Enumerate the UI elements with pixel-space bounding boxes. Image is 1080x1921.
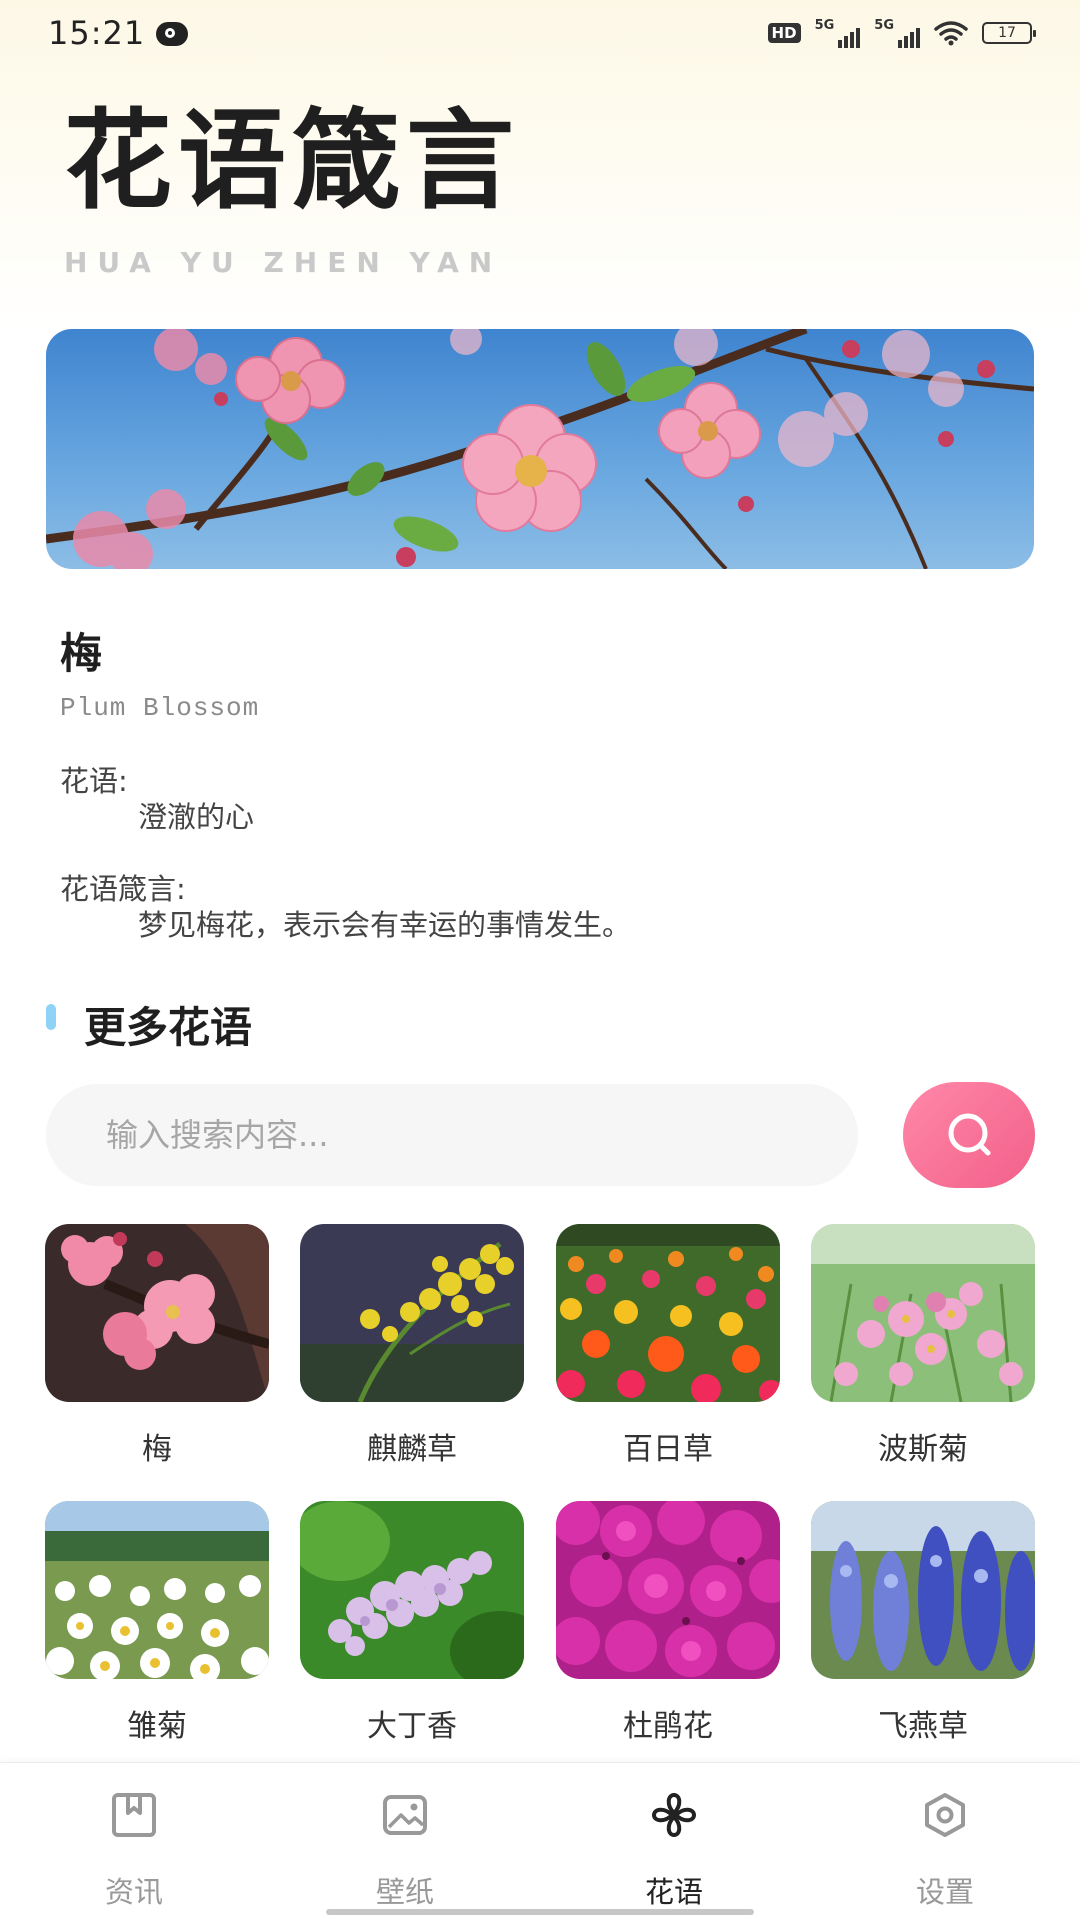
hd-voice-icon: HD (767, 23, 801, 43)
flower-thumbnail (811, 1501, 1035, 1679)
search-icon (948, 1113, 991, 1156)
flower-language-label: 花语: (60, 764, 128, 798)
home-indicator[interactable] (326, 1909, 754, 1915)
nav-tab-label: 壁纸 (375, 1875, 434, 1909)
status-time: 15:21 (48, 14, 146, 52)
nav-tab-label: 设置 (915, 1875, 974, 1909)
nav-tab-label: 花语 (644, 1875, 703, 1909)
flower-thumbnail (300, 1501, 524, 1679)
featured-flower-english-name: Plum Blossom (60, 693, 260, 723)
flower-thumbnail (45, 1501, 269, 1679)
section-title: 更多花语 (84, 1003, 253, 1052)
status-bar: 15:21 HD 5G 5G 17 (0, 0, 1080, 68)
flower-thumbnail (300, 1224, 524, 1402)
grid-item-label: 麒麟草 (367, 1432, 457, 1467)
flower-thumbnail (556, 1501, 780, 1679)
nav-tab-news[interactable]: 资讯 (34, 1763, 234, 1921)
plum-blossom-illustration (46, 329, 1034, 569)
flower-saying-value: 梦见梅花，表示会有幸运的事情发生。 (138, 908, 632, 942)
wifi-icon (934, 21, 968, 46)
grid-item-chuju[interactable]: 雏菊 (45, 1501, 269, 1745)
flower-thumbnail (811, 1224, 1035, 1402)
section-accent-bar (46, 1004, 56, 1030)
battery-icon: 17 (982, 22, 1036, 44)
bottom-navigation: 资讯 壁纸 花语 设置 (0, 1762, 1080, 1921)
nav-tab-label: 资讯 (104, 1875, 163, 1909)
featured-banner-image[interactable] (46, 329, 1034, 569)
featured-flower-name: 梅 (60, 629, 103, 678)
grid-item-bosiju[interactable]: 波斯菊 (811, 1224, 1035, 1468)
grid-item-qilincao[interactable]: 麒麟草 (300, 1224, 524, 1468)
grid-item-label: 杜鹃花 (623, 1709, 713, 1744)
grid-item-label: 百日草 (623, 1432, 713, 1467)
settings-hexagon-icon (925, 1793, 965, 1837)
grid-item-label: 波斯菊 (878, 1432, 968, 1467)
grid-item-dujuanhua[interactable]: 杜鹃花 (556, 1501, 780, 1745)
grid-item-dadingxiang[interactable]: 大丁香 (300, 1501, 524, 1745)
flower-thumbnail (556, 1224, 780, 1402)
grid-item-label: 雏菊 (127, 1709, 187, 1744)
flower-thumbnail (45, 1224, 269, 1402)
flower-language-value: 澄澈的心 (138, 800, 255, 834)
status-indicators: HD 5G 5G 17 (767, 18, 1036, 48)
grid-item-label: 大丁香 (367, 1709, 457, 1744)
app-title: 花语箴言 (64, 99, 521, 224)
app-subtitle: HUA YU ZHEN YAN (64, 246, 503, 279)
bookmark-card-icon (112, 1793, 156, 1837)
notification-icon (156, 22, 188, 46)
search-input[interactable] (46, 1084, 858, 1186)
signal-icon: 5G (815, 18, 861, 48)
search-button[interactable] (903, 1082, 1035, 1188)
grid-item-bairicao[interactable]: 百日草 (556, 1224, 780, 1468)
nav-tab-settings[interactable]: 设置 (845, 1763, 1045, 1921)
grid-item-feiyancao[interactable]: 飞燕草 (811, 1501, 1035, 1745)
grid-item-label: 梅 (142, 1432, 172, 1467)
grid-item-mei[interactable]: 梅 (45, 1224, 269, 1468)
flower-icon (652, 1793, 696, 1837)
image-icon (383, 1795, 427, 1835)
signal-icon-2: 5G (874, 18, 920, 48)
nav-tab-wallpaper[interactable]: 壁纸 (305, 1763, 505, 1921)
grid-item-label: 飞燕草 (878, 1709, 968, 1744)
nav-tab-flower-language[interactable]: 花语 (574, 1763, 774, 1921)
